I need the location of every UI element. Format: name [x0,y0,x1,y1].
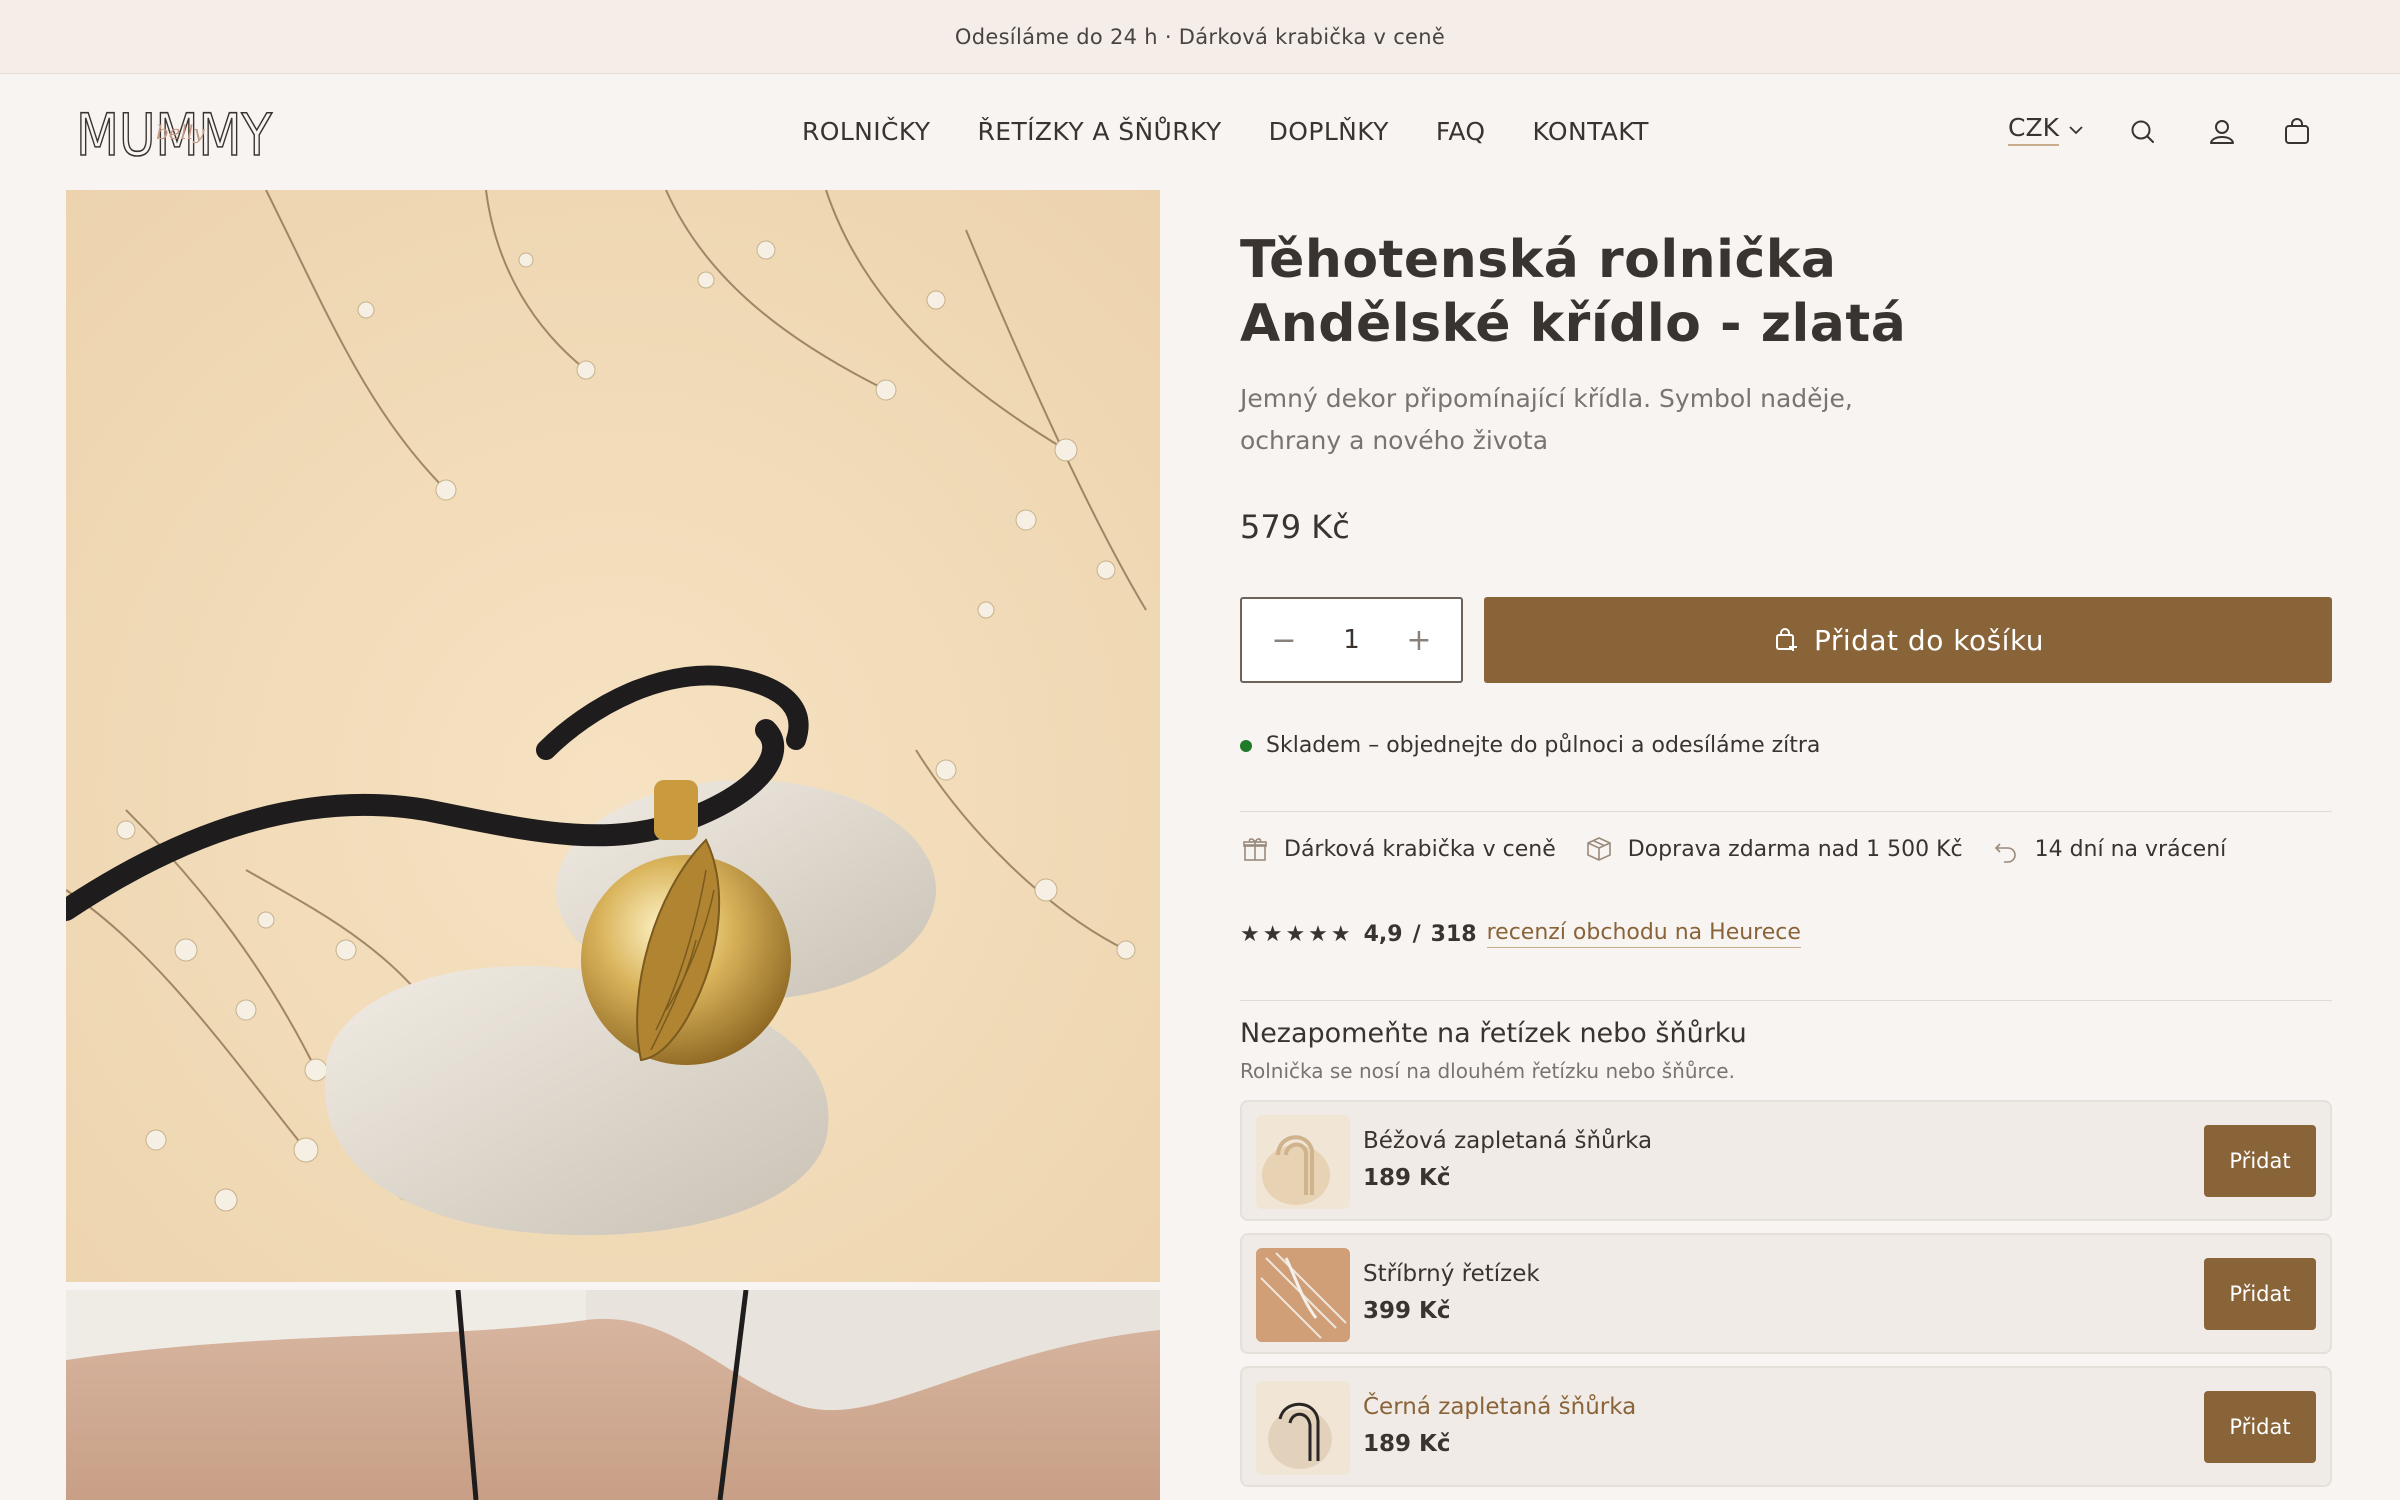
package-icon [1586,837,1611,861]
product-description-line2: ochrany a nového života [1240,426,1549,455]
quantity-value[interactable]: 1 [1343,625,1360,655]
announcement-text: Odesíláme do 24 h · Dárková krabička v c… [954,24,1446,49]
logo[interactable]: MUMMY belly [75,100,276,170]
add-to-cart-label: Přidat do košíku [1813,623,2045,657]
logo-mark: MUMMY belly [75,100,273,170]
upsell-item-name[interactable]: Béžová zapletaná šňůrka [1363,1128,1652,1154]
perk-gift: Dárková krabička v ceně [1240,834,1556,864]
nav-item-rolnicky[interactable]: ROLNIČKY [802,117,930,146]
upsell-subtitle: Rolnička se nosí na dlouhém řetízku nebo… [1240,1059,1735,1083]
upsell-item: Stříbrný řetízek 399 Kč Přidat [1240,1233,2332,1354]
divider [1240,1000,2332,1001]
upsell-item-name[interactable]: Černá zapletaná šňůrka [1363,1394,1636,1420]
reviews-link[interactable]: recenzí obchodu na Heurece [1486,920,1801,948]
return-icon [1994,843,2016,863]
cart-icon[interactable] [2280,115,2314,149]
gift-icon [1243,838,1267,861]
upsell-item-price: 189 Kč [1363,1165,1451,1191]
perk-shipping: Doprava zdarma nad 1 500 Kč [1584,834,1963,864]
upsell-item: Béžová zapletaná šňůrka 189 Kč Přidat [1240,1100,2332,1221]
product-title-line2: Andělské křídlo - zlatá [1240,294,1907,354]
upsell-title: Nezapomeňte na řetízek nebo šňůrku [1240,1018,1747,1049]
perks-list: Dárková krabička v ceně Doprava zdarma n… [1240,834,2254,864]
rating-count: 318 [1430,921,1477,947]
upsell-add-button[interactable]: Přidat [2204,1125,2316,1197]
upsell-add-button[interactable]: Přidat [2204,1391,2316,1463]
add-to-cart-button[interactable]: Přidat do košíku [1484,597,2332,683]
cart-add-icon [1775,628,1797,651]
account-icon[interactable] [2205,115,2239,149]
upsell-item-name[interactable]: Stříbrný řetízek [1363,1261,1540,1287]
product-image-secondary[interactable] [66,1290,1160,1500]
rating-separator: / [1412,921,1421,947]
perk-return: 14 dní na vrácení [1991,834,2227,864]
nav-item-retizky[interactable]: ŘETÍZKY A ŠŇŮRKY [977,117,1221,146]
product-title: Těhotenská rolnička Andělské křídlo - zl… [1240,228,2140,356]
quantity-increase-button[interactable]: + [1405,623,1433,658]
rating-stars-icon: ★★★★★ [1240,921,1354,947]
upsell-add-button[interactable]: Přidat [2204,1258,2316,1330]
announcement-bar: Odesíláme do 24 h · Dárková krabička v c… [0,0,2400,74]
logo-script: belly [156,120,205,144]
perk-label: Doprava zdarma nad 1 500 Kč [1627,836,1963,862]
product-description: Jemný dekor připomínající křídla. Symbol… [1240,378,1880,462]
rating-score: 4,9 [1363,921,1403,947]
product-description-line1: Jemný dekor připomínající křídla. Symbol… [1240,384,1853,413]
nav-item-faq[interactable]: FAQ [1436,117,1486,146]
product-price: 579 Kč [1240,508,1350,546]
stock-status: Skladem – objednejte do půlnoci a odesíl… [1240,733,1820,758]
perk-label: 14 dní na vrácení [2034,836,2227,862]
nav-item-kontakt[interactable]: KONTAKT [1532,117,1648,146]
stock-text: Skladem – objednejte do půlnoci a odesíl… [1266,733,1821,758]
site-header: MUMMY belly ROLNIČKY ŘETÍZKY A ŠŇŮRKY DO… [0,75,2400,190]
perk-label: Dárková krabička v ceně [1284,836,1556,862]
upsell-item-price: 399 Kč [1363,1298,1451,1324]
upsell-item-price: 189 Kč [1363,1431,1451,1457]
upsell-item-thumbnail[interactable] [1256,1115,1350,1209]
product-title-line1: Těhotenská rolnička [1240,230,1837,290]
chevron-down-icon [2069,125,2083,134]
quantity-decrease-button[interactable]: − [1270,623,1298,658]
upsell-item-thumbnail[interactable] [1256,1381,1350,1475]
currency-code: CZK [2008,113,2059,146]
upsell-item-thumbnail[interactable] [1256,1248,1350,1342]
main-nav: ROLNIČKY ŘETÍZKY A ŠŇŮRKY DOPLŇKY FAQ KO… [802,117,1649,146]
divider [1240,811,2332,812]
store-rating: ★★★★★ 4,9 / 318 recenzí obchodu na Heure… [1240,920,1801,948]
product-image-main[interactable] [66,190,1160,1282]
nav-item-doplnky[interactable]: DOPLŇKY [1269,117,1389,146]
search-icon[interactable] [2126,115,2160,149]
upsell-item: Černá zapletaná šňůrka 189 Kč Přidat [1240,1366,2332,1487]
in-stock-dot-icon [1240,739,1252,752]
quantity-stepper: − 1 + [1240,597,1463,683]
currency-selector[interactable]: CZK [2008,113,2085,146]
